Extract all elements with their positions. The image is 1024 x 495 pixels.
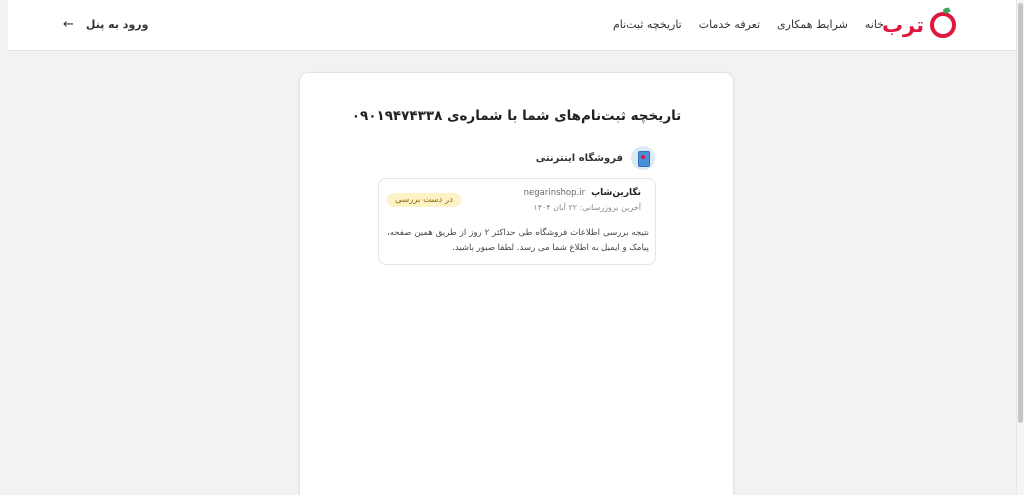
category-header: فروشگاه اینترنتی bbox=[536, 146, 655, 170]
brand-logo[interactable]: ترب bbox=[882, 12, 956, 38]
nav-cooperation-terms[interactable]: شرایط همکاری bbox=[777, 17, 848, 33]
login-label: ورود به پنل bbox=[85, 18, 149, 31]
main-nav: خانه شرایط همکاری تعرفه خدمات تاریخچه ثب… bbox=[613, 17, 884, 33]
logo-text: ترب bbox=[881, 13, 924, 37]
shop-name: نگارین‌شاپ bbox=[591, 188, 641, 198]
category-label: فروشگاه اینترنتی bbox=[535, 152, 623, 164]
nav-home[interactable]: خانه bbox=[865, 17, 884, 33]
scrollbar-thumb[interactable] bbox=[1018, 3, 1023, 423]
registration-item[interactable]: نگارین‌شاپ negarinshop.ir آخرین بروزرسان… bbox=[378, 178, 656, 265]
arrow-left-icon: ← bbox=[63, 17, 74, 32]
page-viewport: ترب خانه شرایط همکاری تعرفه خدمات تاریخچ… bbox=[8, 0, 1024, 495]
shop-line: نگارین‌شاپ negarinshop.ir bbox=[524, 188, 641, 198]
shop-domain: negarinshop.ir bbox=[523, 188, 586, 198]
registration-history-card: تاریخچه ثبت‌نام‌های شما با شماره‌ی ۰۹۰۱۹… bbox=[299, 72, 734, 495]
nav-registration-history[interactable]: تاریخچه ثبت‌نام bbox=[613, 17, 682, 33]
login-to-panel-button[interactable]: ← ورود به پنل bbox=[63, 17, 148, 33]
review-message: نتیجه بررسی اطلاعات فروشگاه طی حداکثر ۲ … bbox=[387, 228, 650, 253]
online-store-icon bbox=[631, 146, 655, 170]
page-scrollbar[interactable] bbox=[1016, 0, 1024, 495]
last-update-date: آخرین بروزرسانی: ۲۲ آبان ۱۴۰۴ bbox=[533, 203, 641, 212]
page-title: تاریخچه ثبت‌نام‌های شما با شماره‌ی ۰۹۰۱۹… bbox=[351, 108, 682, 124]
status-badge: در دست بررسی bbox=[387, 193, 461, 207]
nav-service-pricing[interactable]: تعرفه خدمات bbox=[699, 17, 760, 33]
top-header: ترب خانه شرایط همکاری تعرفه خدمات تاریخچ… bbox=[8, 0, 1024, 51]
torob-logo-icon bbox=[930, 12, 956, 38]
